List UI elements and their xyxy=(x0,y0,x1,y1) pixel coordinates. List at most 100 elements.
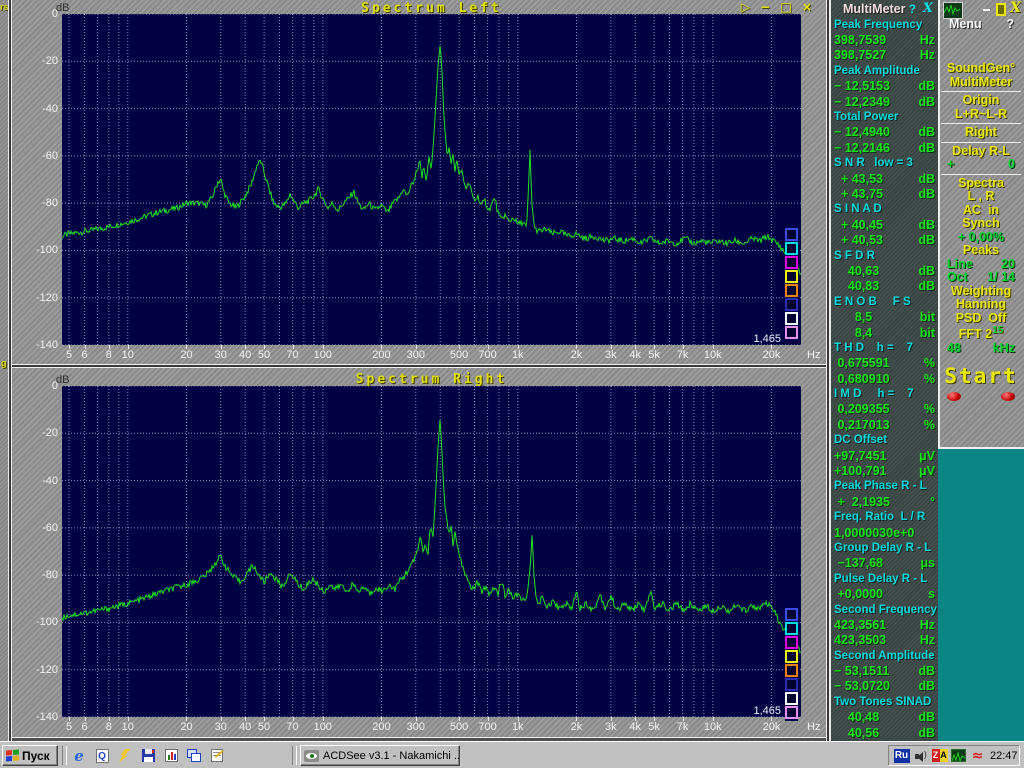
trace-marker[interactable] xyxy=(785,664,798,677)
start-button[interactable]: Пуск xyxy=(2,745,58,766)
y-tick-label: -120 xyxy=(18,664,58,676)
trace-marker[interactable] xyxy=(785,270,798,283)
x-axis-unit: Hz xyxy=(807,349,820,361)
multimeter-button[interactable]: MultiMeter xyxy=(940,76,1022,90)
trace-marker[interactable] xyxy=(785,608,798,621)
taskbar-clock[interactable]: 22:47 xyxy=(990,750,1018,762)
readout-value: + 43,75 xyxy=(831,187,883,201)
octave-value[interactable]: Oct1/ 14 xyxy=(940,271,1022,285)
minimize-icon[interactable] xyxy=(983,9,990,11)
fft-size-button[interactable]: FFT 215 xyxy=(940,325,1022,342)
swap-icon[interactable] xyxy=(185,747,203,764)
trace-marker[interactable] xyxy=(785,650,798,663)
readout-unit: % xyxy=(924,356,939,370)
trace-marker[interactable] xyxy=(785,622,798,635)
x-tick-label: 8 xyxy=(106,349,112,361)
channel-button[interactable]: Right xyxy=(940,126,1022,140)
x-tick-label: 500 xyxy=(450,349,468,361)
start-button[interactable]: Start xyxy=(940,364,1022,390)
trace-marker[interactable] xyxy=(785,228,798,241)
synch-button[interactable]: Synch xyxy=(940,217,1022,231)
waves-tray-icon[interactable]: ≈ xyxy=(969,748,986,763)
bolt-icon[interactable] xyxy=(116,747,134,764)
close-icon[interactable]: × xyxy=(802,0,812,14)
close-icon[interactable]: X xyxy=(1010,0,1021,16)
readout-value: 40,83 xyxy=(831,279,879,293)
x-tick-label: 20k xyxy=(763,349,781,361)
readout-value: 423,3561 xyxy=(831,618,886,632)
spectra-channels-button[interactable]: L , R xyxy=(940,190,1022,204)
play-icon[interactable]: ▷ xyxy=(741,0,750,14)
samplerate-value[interactable]: 48kHz xyxy=(940,342,1022,356)
readout-unit: dB xyxy=(918,679,939,693)
ac-in-button[interactable]: AC in xyxy=(940,204,1022,218)
readout-value-row: 398,7539Hz xyxy=(831,32,939,47)
readout-value-row: 40,83dB xyxy=(831,279,939,294)
x-tick-label: 50 xyxy=(258,349,270,361)
trace-marker[interactable] xyxy=(785,284,798,297)
spectrum-plot-left[interactable]: 1,465 xyxy=(62,14,801,345)
spectra-button[interactable]: Spectra xyxy=(940,177,1022,191)
za-tray-icon[interactable]: ZA xyxy=(931,748,948,763)
trace-marker[interactable] xyxy=(785,636,798,649)
readout-unit: dB xyxy=(918,172,939,186)
spectrum-tray-icon[interactable] xyxy=(950,748,967,763)
task-button-acdsee[interactable]: ACDSee v3.1 - Nakamichi ... xyxy=(300,745,460,766)
ie-icon[interactable]: e xyxy=(70,747,88,764)
psd-button[interactable]: PSD Off xyxy=(940,312,1022,326)
readout-label: Second Amplitude xyxy=(831,650,935,662)
y-tick-label: -60 xyxy=(18,150,58,162)
trace-marker[interactable] xyxy=(785,326,798,339)
origin-mode-button[interactable]: L+R~L-R xyxy=(940,108,1022,122)
readout-value: − 12,2349 xyxy=(831,95,890,109)
readout-value-row: −137,68μs xyxy=(831,556,939,571)
readout-value-row: 8,5bit xyxy=(831,309,939,324)
trace-marker[interactable] xyxy=(785,706,798,719)
readout-value: +0,0000 xyxy=(831,587,883,601)
readout-value-row: − 53,0720dB xyxy=(831,679,939,694)
maximize-icon[interactable]: □ xyxy=(780,0,791,14)
x-tick-label: 7k xyxy=(677,721,689,733)
y-tick-label: -20 xyxy=(18,427,58,439)
trace-marker[interactable] xyxy=(785,298,798,311)
trace-marker-strip xyxy=(785,607,798,721)
x-tick-label: 70 xyxy=(286,721,298,733)
keyboard-layout-indicator[interactable]: Ru xyxy=(893,748,910,763)
readout-value-row: 0,675591% xyxy=(831,356,939,371)
trace-marker[interactable] xyxy=(785,692,798,705)
clipped-text-fragment: g xyxy=(1,358,7,368)
trace-marker[interactable] xyxy=(785,242,798,255)
trace-marker[interactable] xyxy=(785,256,798,269)
close-icon[interactable]: X xyxy=(923,1,933,16)
chart-icon[interactable] xyxy=(162,747,180,764)
x-tick-label: 2k xyxy=(571,349,583,361)
volume-tray-icon[interactable]: ) xyxy=(912,748,929,763)
spectrum-plot-right[interactable]: 1,465 xyxy=(62,386,801,717)
soundgen-button[interactable]: SoundGen° xyxy=(940,62,1022,76)
readout-label-row: Peak Phase R - L xyxy=(831,479,939,494)
x-tick-label: 700 xyxy=(478,721,496,733)
readout-label: Freq. Ratio L / R xyxy=(831,511,925,523)
peaks-button[interactable]: Peaks xyxy=(940,244,1022,258)
maximize-icon[interactable] xyxy=(996,3,1006,16)
trace-marker[interactable] xyxy=(785,678,798,691)
minimize-icon[interactable]: − xyxy=(760,0,770,14)
origin-label[interactable]: Origin xyxy=(940,94,1022,108)
weighting-button[interactable]: Hanning xyxy=(940,298,1022,312)
quickview-icon[interactable]: Q xyxy=(93,747,111,764)
help-button[interactable]: ? xyxy=(1006,17,1014,31)
synch-value[interactable]: + 0,00% xyxy=(940,231,1022,245)
readout-label-row: Group Delay R - L xyxy=(831,540,939,555)
delay-label[interactable]: Delay R-L xyxy=(940,145,1022,159)
separator xyxy=(940,140,1022,145)
delay-value[interactable]: +0 xyxy=(940,158,1022,172)
weighting-label[interactable]: Weighting xyxy=(940,285,1022,299)
notes-icon[interactable] xyxy=(208,747,226,764)
help-icon[interactable]: ? xyxy=(909,2,916,16)
floppy-icon[interactable] xyxy=(139,747,157,764)
readout-value-row: + 40,53dB xyxy=(831,232,939,247)
menu-button[interactable]: Menu xyxy=(949,17,982,31)
readout-label: Total Power xyxy=(831,111,898,123)
trace-marker[interactable] xyxy=(785,312,798,325)
line-value[interactable]: Line20 xyxy=(940,258,1022,272)
